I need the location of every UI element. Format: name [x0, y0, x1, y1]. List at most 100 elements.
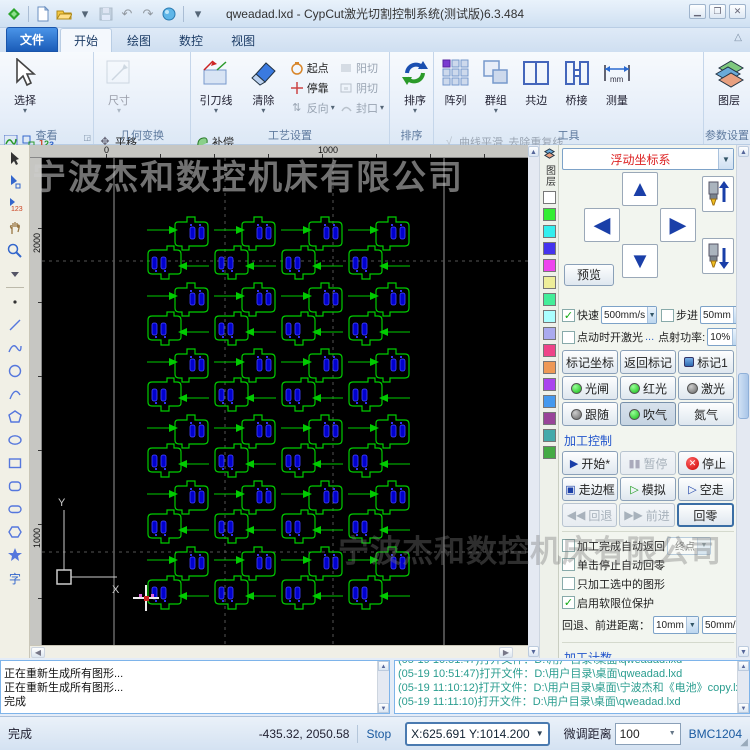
mark-coord-button[interactable]: 标记坐标	[562, 350, 618, 374]
layer-color-swatch[interactable]	[543, 191, 556, 204]
mark1-button[interactable]: 标记1	[678, 350, 734, 374]
panel-scroll-thumb[interactable]	[738, 373, 749, 419]
soft-limit-checkbox[interactable]	[562, 596, 575, 609]
coedge-button[interactable]: 共边	[518, 54, 555, 128]
tab-draw[interactable]: 绘图	[114, 29, 164, 52]
back-distance-select[interactable]: 10mm▼	[653, 616, 699, 634]
layer-color-swatch[interactable]	[543, 327, 556, 340]
fast-speed-select[interactable]: 500mm/s▼	[601, 306, 657, 324]
jog-laser-checkbox[interactable]	[562, 331, 575, 344]
tab-home[interactable]: 开始	[60, 28, 112, 52]
close-button[interactable]: ✕	[729, 4, 746, 19]
log-scroll-up-icon[interactable]: ▲	[378, 661, 389, 671]
layer-color-swatch[interactable]	[543, 378, 556, 391]
start-button[interactable]: ▶开始*	[562, 451, 618, 475]
log-scroll-up-icon2[interactable]: ▲	[738, 661, 749, 671]
node-edit-tool-icon[interactable]	[4, 170, 26, 193]
file-log[interactable]: (05-19 10:51:47)打开文件：D:\用户目录\桌面\qweadad.…	[394, 660, 750, 714]
polyline-tool-icon[interactable]	[4, 336, 26, 359]
shutter-button[interactable]: 光闸	[562, 376, 618, 400]
bridge-button[interactable]: 桥接	[558, 54, 595, 128]
jog-up-button[interactable]: ▲	[622, 172, 658, 206]
jog-laser-more[interactable]: ...	[645, 331, 654, 343]
clear-button[interactable]: 清除▾	[241, 54, 285, 128]
follow-button[interactable]: 跟随	[562, 402, 618, 426]
group-button[interactable]: 群组▾	[477, 54, 514, 128]
line-tool-icon[interactable]	[4, 313, 26, 336]
jog-left-button[interactable]: ◀	[584, 208, 620, 242]
coordinate-system-select[interactable]: 浮动坐标系 ▼	[562, 148, 734, 170]
scroll-down-icon[interactable]: ▼	[528, 646, 539, 657]
panel-scrollbar[interactable]: ▲ ▼	[736, 145, 750, 658]
canvas-h-scrollbar[interactable]: ◀ ▶	[30, 645, 528, 658]
layer-color-swatch[interactable]	[543, 225, 556, 238]
red-light-button[interactable]: 红光	[620, 376, 676, 400]
log-scroll-down-icon2[interactable]: ▼	[738, 703, 749, 713]
layer-color-swatch[interactable]	[543, 361, 556, 374]
restore-button[interactable]: ❐	[709, 4, 726, 19]
ellipse-tool-icon[interactable]	[4, 428, 26, 451]
step-checkbox[interactable]	[661, 309, 674, 322]
tool-dropdown-icon[interactable]	[4, 262, 26, 285]
layer-color-swatch[interactable]	[543, 395, 556, 408]
system-log-scrollbar[interactable]: ▲ ▼	[377, 661, 389, 713]
chevron-down-icon[interactable]: ▼	[718, 149, 733, 169]
stop-button[interactable]: ✕停止	[678, 451, 734, 475]
select-button[interactable]: 选择▾	[3, 54, 47, 128]
position-select[interactable]: X:625.691 Y:1014.200 ▼	[405, 722, 549, 746]
preview-button[interactable]: 预览	[564, 264, 614, 286]
layer-palette-icon[interactable]	[542, 147, 557, 161]
auto-zero-checkbox[interactable]	[562, 558, 575, 571]
layer-color-swatch[interactable]	[543, 259, 556, 272]
return-mark-button[interactable]: 返回标记	[620, 350, 676, 374]
open-file-dropdown[interactable]: ▾	[76, 5, 94, 23]
sort-button[interactable]: 排序▾	[393, 54, 437, 128]
number-tool-icon[interactable]: 123	[4, 193, 26, 216]
panel-scroll-up-icon[interactable]: ▲	[738, 146, 749, 157]
resize-grip[interactable]: ◢	[740, 737, 748, 748]
dry-run-button[interactable]: ▷空走	[678, 477, 734, 501]
scroll-left-icon[interactable]: ◀	[31, 647, 45, 658]
layer-color-swatch[interactable]	[543, 276, 556, 289]
app-logo-icon[interactable]	[5, 5, 23, 23]
panel-scroll-down-icon[interactable]: ▼	[738, 646, 749, 657]
minimize-button[interactable]: ▁	[689, 4, 706, 19]
open-file-icon[interactable]	[55, 5, 73, 23]
hexagon-tool-icon[interactable]	[4, 520, 26, 543]
rounded-rect-tool-icon[interactable]	[4, 474, 26, 497]
log-scroll-down-icon[interactable]: ▼	[378, 703, 389, 713]
laser-button[interactable]: 激光	[678, 376, 734, 400]
obround-tool-icon[interactable]	[4, 497, 26, 520]
fast-checkbox[interactable]	[562, 309, 575, 322]
nitrogen-button[interactable]: 氮气	[678, 402, 734, 426]
star-tool-icon[interactable]	[4, 543, 26, 566]
array-button[interactable]: 阵列	[437, 54, 474, 128]
drawing-canvas[interactable]: YX	[42, 158, 528, 645]
layer-button[interactable]: 图层	[707, 54, 750, 128]
layer-color-swatch[interactable]	[543, 412, 556, 425]
help-icon[interactable]	[160, 5, 178, 23]
text-tool-icon[interactable]: 字	[4, 566, 26, 589]
layer-color-swatch[interactable]	[543, 310, 556, 323]
dock-button[interactable]: 停靠	[289, 78, 335, 97]
pan-tool-icon[interactable]	[4, 216, 26, 239]
canvas-v-scrollbar[interactable]: ▲ ▼	[528, 145, 540, 658]
position-dropdown-icon[interactable]: ▼	[536, 729, 544, 738]
tab-nc[interactable]: 数控	[166, 29, 216, 52]
ribbon-collapse-icon[interactable]: △	[734, 32, 742, 43]
layer-color-swatch[interactable]	[543, 429, 556, 442]
simulate-button[interactable]: ▷模拟	[620, 477, 676, 501]
layer-color-swatch[interactable]	[543, 208, 556, 221]
new-file-icon[interactable]	[34, 5, 52, 23]
select-tool-icon[interactable]	[4, 147, 26, 170]
fine-tune-input[interactable]: 100 ▼	[615, 723, 681, 745]
blow-button[interactable]: 吹气	[620, 402, 676, 426]
jog-down-button[interactable]: ▼	[622, 244, 658, 278]
tab-file[interactable]: 文件	[6, 27, 58, 52]
fine-tune-dropdown-icon[interactable]: ▼	[669, 730, 676, 737]
rect-tool-icon[interactable]	[4, 451, 26, 474]
frame-button[interactable]: ▣走边框	[562, 477, 618, 501]
arc-tool-icon[interactable]	[4, 382, 26, 405]
point-tool-icon[interactable]	[4, 290, 26, 313]
layer-color-swatch[interactable]	[543, 242, 556, 255]
